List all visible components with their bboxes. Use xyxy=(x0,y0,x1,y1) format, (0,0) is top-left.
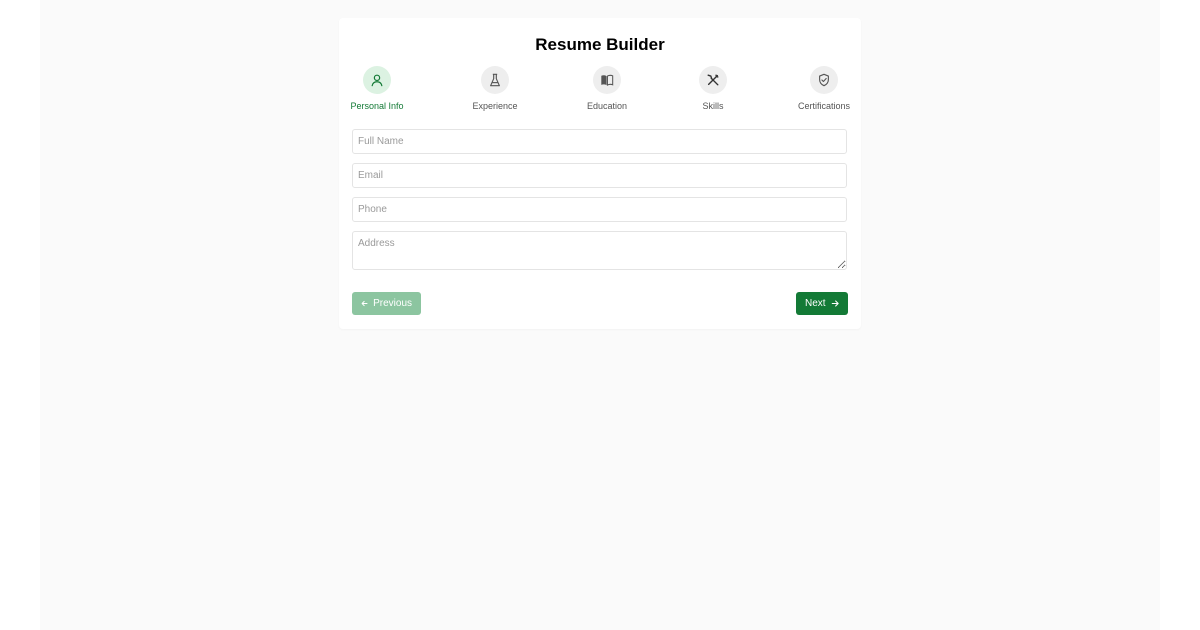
step-label: Personal Info xyxy=(350,101,404,111)
previous-button-label: Previous xyxy=(373,298,412,309)
step-personal-info[interactable]: Personal Info xyxy=(337,66,417,111)
step-circle xyxy=(363,66,391,94)
step-circle xyxy=(481,66,509,94)
shield-check-icon xyxy=(819,73,829,87)
step-label: Experience xyxy=(472,101,518,111)
next-button[interactable]: Next xyxy=(796,292,848,315)
step-label: Education xyxy=(586,101,628,111)
phone-input[interactable] xyxy=(352,197,847,222)
user-icon xyxy=(371,74,383,87)
step-education[interactable]: Education xyxy=(567,66,647,111)
page-title: Resume Builder xyxy=(535,35,665,54)
flask-icon xyxy=(490,73,500,87)
step-label: Skills xyxy=(702,101,724,111)
step-circle xyxy=(593,66,621,94)
step-skills[interactable]: Skills xyxy=(673,66,753,111)
tools-icon xyxy=(707,74,719,86)
step-circle xyxy=(699,66,727,94)
address-textarea[interactable] xyxy=(352,231,847,270)
email-input[interactable] xyxy=(352,163,847,188)
step-circle xyxy=(810,66,838,94)
previous-button[interactable]: Previous xyxy=(352,292,421,315)
step-certifications[interactable]: Certifications xyxy=(784,66,864,111)
step-label: Certifications xyxy=(797,101,851,111)
arrow-right-icon xyxy=(831,300,839,307)
arrow-left-icon xyxy=(361,300,368,307)
resume-builder-card: Resume Builder Personal Info Experience … xyxy=(339,18,861,329)
next-button-label: Next xyxy=(805,298,826,309)
step-experience[interactable]: Experience xyxy=(455,66,535,111)
book-icon xyxy=(601,74,614,86)
full-name-input[interactable] xyxy=(352,129,847,154)
